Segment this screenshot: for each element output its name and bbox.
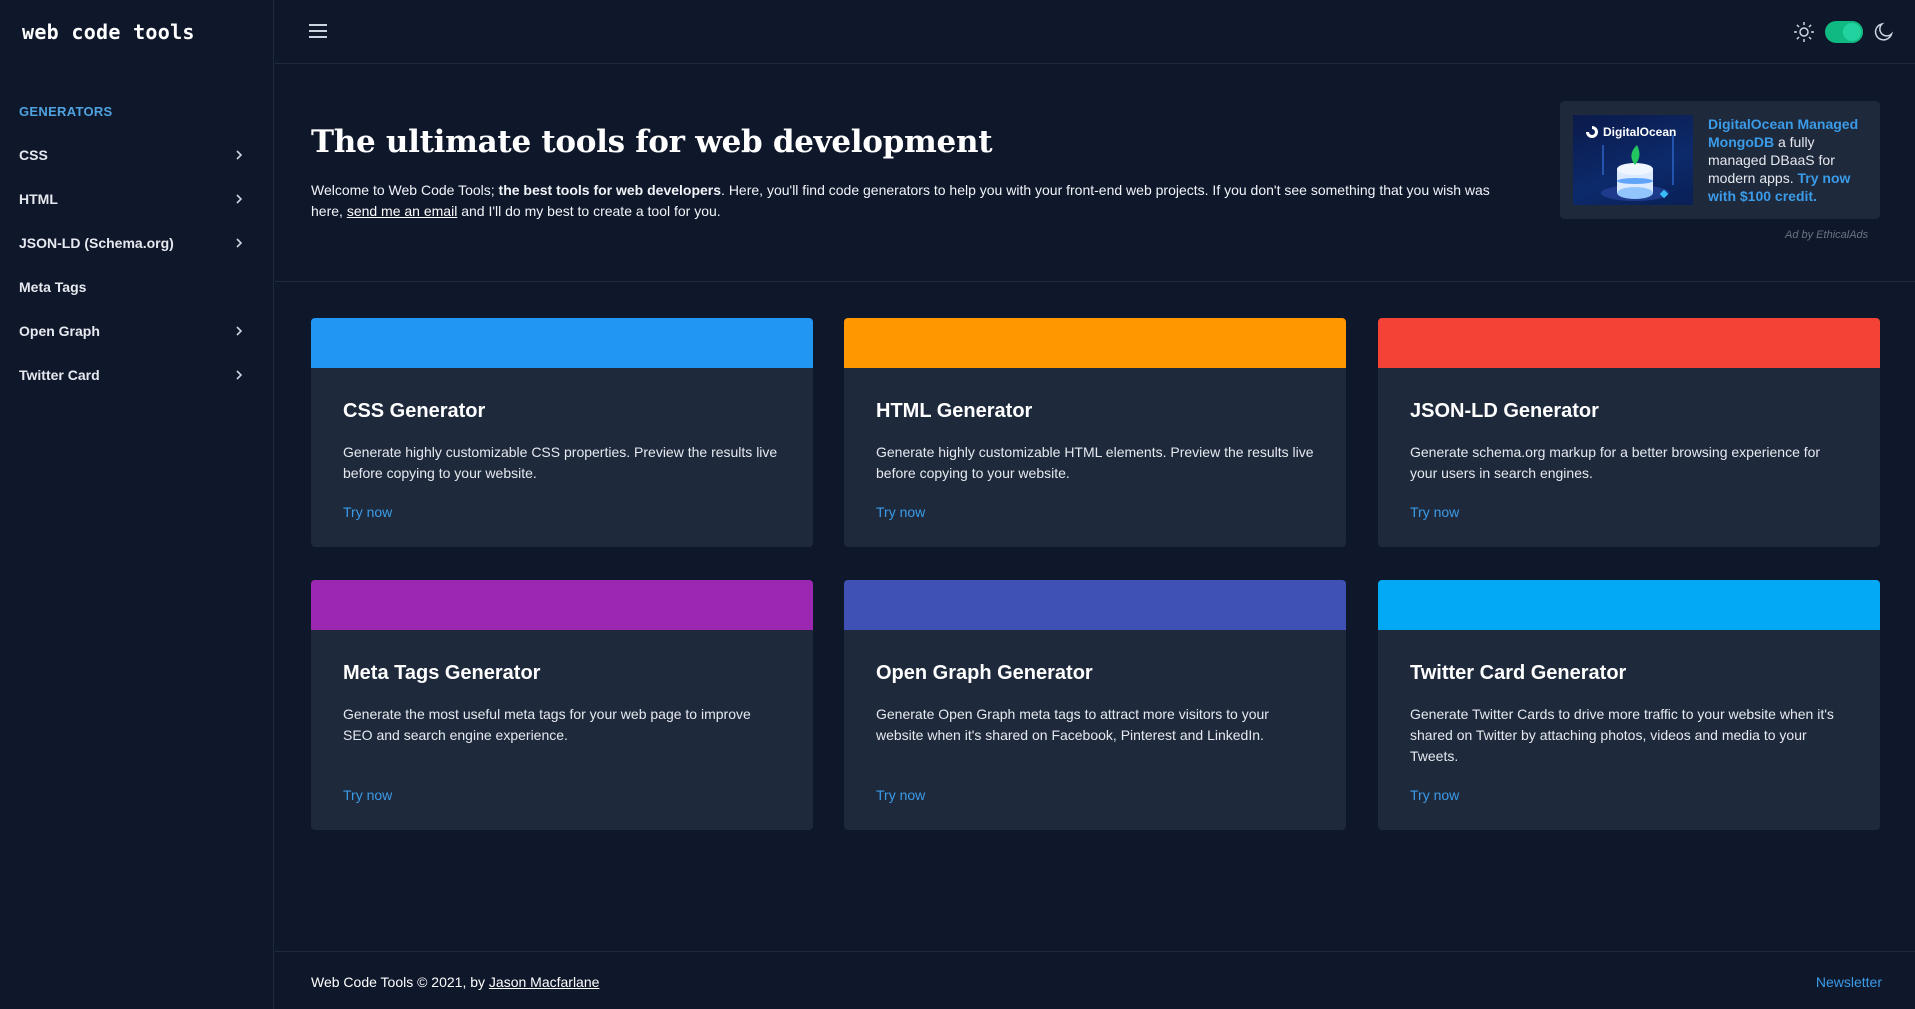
chevron-right-icon [236,150,243,160]
try-now-link[interactable]: Try now [1410,504,1459,520]
ad-image[interactable]: DigitalOcean [1573,115,1693,205]
sidebar: web code tools GENERATORS CSS HTML JSON-… [0,0,274,1009]
hamburger-icon[interactable] [308,22,328,40]
ad-box[interactable]: DigitalOcean DigitalOcean Managed MongoD… [1560,101,1880,219]
card-description: Generate highly customizable CSS propert… [343,444,778,481]
sidebar-item-meta-tags[interactable]: Meta Tags [0,265,274,309]
card-description: Generate highly customizable HTML elemen… [876,444,1314,481]
sidebar-item-html[interactable]: HTML [0,177,274,221]
sidebar-item-json-ld[interactable]: JSON-LD (Schema.org) [0,221,274,265]
ad-attribution[interactable]: Ad by EthicalAds [1785,229,1868,241]
theme-toggle[interactable] [1825,21,1863,43]
site-logo[interactable]: web code tools [22,20,195,44]
chevron-right-icon [236,326,243,336]
sidebar-nav: CSS HTML JSON-LD (Schema.org) Meta Tags … [0,133,274,397]
card-twitter-card-generator: Twitter Card Generator Generate Twitter … [1378,580,1880,830]
card-meta-tags-generator: Meta Tags Generator Generate the most us… [311,580,813,830]
moon-icon [1874,22,1894,41]
email-link[interactable]: send me an email [347,203,458,219]
top-bar [275,0,1915,64]
intro-text: Welcome to Web Code Tools; the best tool… [311,180,1511,222]
try-now-link[interactable]: Try now [343,787,392,803]
card-title: Twitter Card Generator [1410,662,1627,684]
sidebar-item-label: Open Graph [19,323,100,339]
card-color-band [311,318,813,368]
card-color-band [1378,318,1880,368]
database-illustration-icon [1601,135,1674,201]
footer: Web Code Tools © 2021, by Jason Macfarla… [275,951,1915,1009]
ad-copy: DigitalOcean Managed MongoDB a fully man… [1708,115,1868,205]
sidebar-item-label: Meta Tags [19,279,87,295]
intro-bold-text: the best tools for web developers [498,182,722,198]
footer-copyright: Web Code Tools © 2021, by Jason Macfarla… [311,974,599,990]
card-title: Meta Tags Generator [343,662,541,684]
copyright-text: Web Code Tools © 2021, by [311,974,489,990]
card-title: HTML Generator [876,400,1033,422]
sidebar-item-open-graph[interactable]: Open Graph [0,309,274,353]
sun-icon [1794,22,1814,42]
sidebar-item-label: CSS [19,147,48,163]
sidebar-item-label: HTML [19,191,58,207]
try-now-link[interactable]: Try now [876,787,925,803]
author-link[interactable]: Jason Macfarlane [489,974,600,990]
chevron-right-icon [236,238,243,248]
nav-heading-generators: GENERATORS [19,104,113,119]
card-color-band [1378,580,1880,630]
card-open-graph-generator: Open Graph Generator Generate Open Graph… [844,580,1346,830]
card-description: Generate the most useful meta tags for y… [343,706,751,743]
chevron-right-icon [236,370,243,380]
card-html-generator: HTML Generator Generate highly customiza… [844,318,1346,547]
card-description: Generate Twitter Cards to drive more tra… [1410,706,1834,764]
card-description: Generate Open Graph meta tags to attract… [876,706,1269,743]
card-title: JSON-LD Generator [1410,400,1599,422]
card-description: Generate schema.org markup for a better … [1410,444,1821,481]
sidebar-item-label: Twitter Card [19,367,100,383]
page-title: The ultimate tools for web development [311,124,993,160]
sidebar-item-css[interactable]: CSS [0,133,274,177]
theme-switcher [1793,18,1895,46]
intro-text-part: and I'll do my best to create a tool for… [457,203,721,219]
try-now-link[interactable]: Try now [343,504,392,520]
chevron-right-icon [236,194,243,204]
toggle-knob [1843,23,1861,41]
card-title: Open Graph Generator [876,662,1093,684]
card-color-band [844,580,1346,630]
try-now-link[interactable]: Try now [876,504,925,520]
card-css-generator: CSS Generator Generate highly customizab… [311,318,813,547]
try-now-link[interactable]: Try now [1410,787,1459,803]
intro-text-part: Welcome to Web Code Tools; [311,182,499,198]
sidebar-item-twitter-card[interactable]: Twitter Card [0,353,274,397]
card-color-band [311,580,813,630]
sidebar-item-label: JSON-LD (Schema.org) [19,235,174,251]
hero-section: The ultimate tools for web development W… [275,64,1915,282]
card-json-ld-generator: JSON-LD Generator Generate schema.org ma… [1378,318,1880,547]
newsletter-link[interactable]: Newsletter [1816,974,1882,990]
card-title: CSS Generator [343,400,486,422]
card-color-band [844,318,1346,368]
